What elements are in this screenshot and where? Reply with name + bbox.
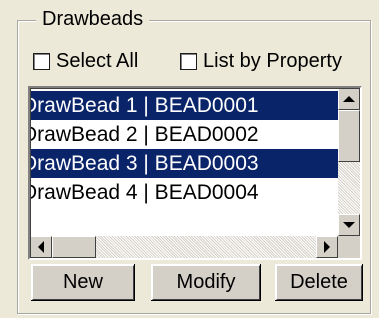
select-all-label: Select All — [56, 49, 139, 72]
list-item[interactable]: DrawBead 1 | BEAD0001 — [30, 91, 340, 120]
scroll-left-button[interactable] — [30, 236, 52, 258]
arrow-right-icon — [324, 241, 330, 253]
arrow-left-icon — [38, 241, 44, 253]
scrollbar-corner — [338, 236, 360, 258]
scroll-down-button[interactable] — [338, 214, 360, 236]
vertical-scrollbar[interactable] — [338, 88, 360, 236]
scroll-up-button[interactable] — [338, 88, 360, 110]
list-by-property-checkbox-box[interactable] — [180, 52, 197, 70]
modify-button[interactable]: Modify — [151, 264, 261, 301]
arrow-up-icon — [343, 96, 355, 102]
scroll-right-button[interactable] — [316, 236, 338, 258]
list-by-property-checkbox[interactable]: List by Property — [180, 47, 342, 75]
list-item[interactable]: DrawBead 4 | BEAD0004 — [30, 178, 340, 207]
list-item[interactable]: DrawBead 2 | BEAD0002 — [30, 120, 340, 149]
list-item[interactable]: DrawBead 3 | BEAD0003 — [30, 149, 340, 178]
drawbead-listbox[interactable]: DrawBead 1 | BEAD0001 DrawBead 2 | BEAD0… — [28, 86, 362, 260]
delete-button[interactable]: Delete — [275, 264, 363, 301]
vertical-scroll-thumb[interactable] — [338, 110, 360, 162]
drawbead-list-rows: DrawBead 1 | BEAD0001 DrawBead 2 | BEAD0… — [30, 91, 340, 207]
drawbeads-panel: Drawbeads Select All List by Property Dr… — [0, 0, 379, 318]
new-button[interactable]: New — [31, 264, 135, 301]
arrow-down-icon — [343, 222, 355, 228]
horizontal-scroll-thumb[interactable] — [52, 236, 96, 258]
list-by-property-label: List by Property — [203, 49, 342, 72]
group-title: Drawbeads — [36, 6, 150, 32]
horizontal-scrollbar[interactable] — [30, 236, 338, 258]
select-all-checkbox[interactable]: Select All — [33, 47, 138, 75]
select-all-checkbox-box[interactable] — [33, 52, 50, 70]
